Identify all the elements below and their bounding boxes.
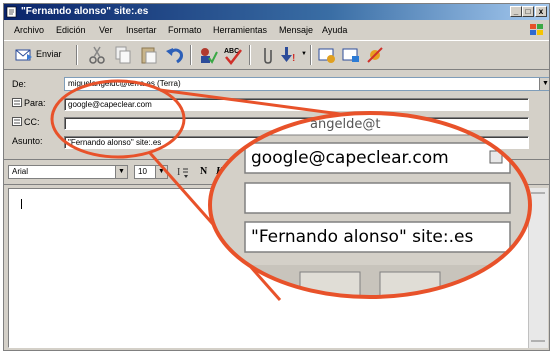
zoom-from-partial: angelde@t — [310, 117, 381, 132]
magnifier-overlay — [50, 79, 532, 301]
highlight-ellipse — [50, 79, 186, 159]
zoom-subject-value: "Fernando alonso" site:.es — [251, 227, 474, 247]
zoom-to-value: google@capeclear.com — [251, 148, 449, 168]
